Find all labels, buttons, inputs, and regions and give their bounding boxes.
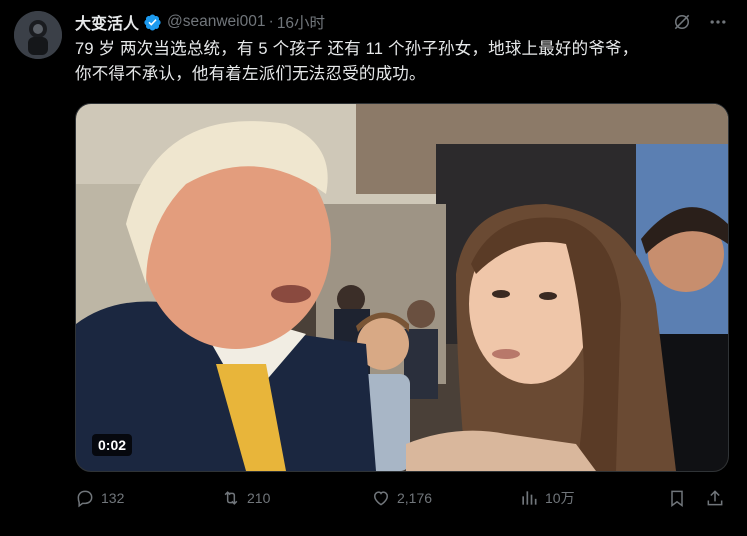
bookmark-icon bbox=[671, 490, 683, 507]
grok-icon[interactable] bbox=[671, 11, 693, 33]
like-button[interactable]: 2,176 bbox=[371, 488, 432, 508]
tweet-header: 大变活人 @seanwei001 · 16小时 bbox=[75, 10, 729, 34]
like-count: 2,176 bbox=[397, 490, 433, 506]
reply-icon bbox=[77, 490, 93, 508]
tweet-text: 79 岁 两次当选总统，有 5 个孩子 还有 11 个孙子孙女，地球上最好的爷爷… bbox=[75, 37, 735, 87]
like-icon bbox=[373, 491, 389, 506]
header-actions bbox=[671, 11, 729, 33]
video-player[interactable]: 0:02 bbox=[75, 103, 729, 472]
views-icon bbox=[522, 491, 537, 505]
tweet-action-bar: 132 210 2,176 10万 bbox=[75, 486, 727, 510]
video-frame bbox=[76, 104, 728, 471]
repost-icon bbox=[224, 491, 238, 505]
author-avatar[interactable] bbox=[14, 11, 62, 59]
bookmark-button[interactable] bbox=[667, 488, 693, 508]
repost-button[interactable]: 210 bbox=[221, 488, 270, 508]
tweet-timestamp[interactable]: 16小时 bbox=[277, 11, 325, 33]
views-button[interactable]: 10万 bbox=[519, 488, 575, 508]
avatar-image bbox=[14, 11, 62, 59]
repost-count: 210 bbox=[247, 490, 271, 506]
video-duration: 0:02 bbox=[92, 434, 133, 456]
more-icon[interactable] bbox=[707, 11, 729, 33]
header-separator: · bbox=[268, 13, 274, 30]
author-name[interactable]: 大变活人 bbox=[75, 10, 139, 34]
author-handle[interactable]: @seanwei001 bbox=[167, 13, 265, 31]
share-icon bbox=[707, 490, 723, 506]
reply-count: 132 bbox=[101, 490, 125, 506]
tweet-text-line2: 你不得不承认，他有着左派们无法忍受的成功。 bbox=[75, 65, 426, 83]
reply-button[interactable]: 132 bbox=[75, 488, 124, 508]
verified-badge-icon bbox=[143, 13, 162, 32]
share-button[interactable] bbox=[705, 488, 731, 508]
tweet-text-line1: 79 岁 两次当选总统，有 5 个孩子 还有 11 个孙子孙女，地球上最好的爷爷… bbox=[75, 40, 639, 58]
views-count: 10万 bbox=[545, 490, 575, 506]
